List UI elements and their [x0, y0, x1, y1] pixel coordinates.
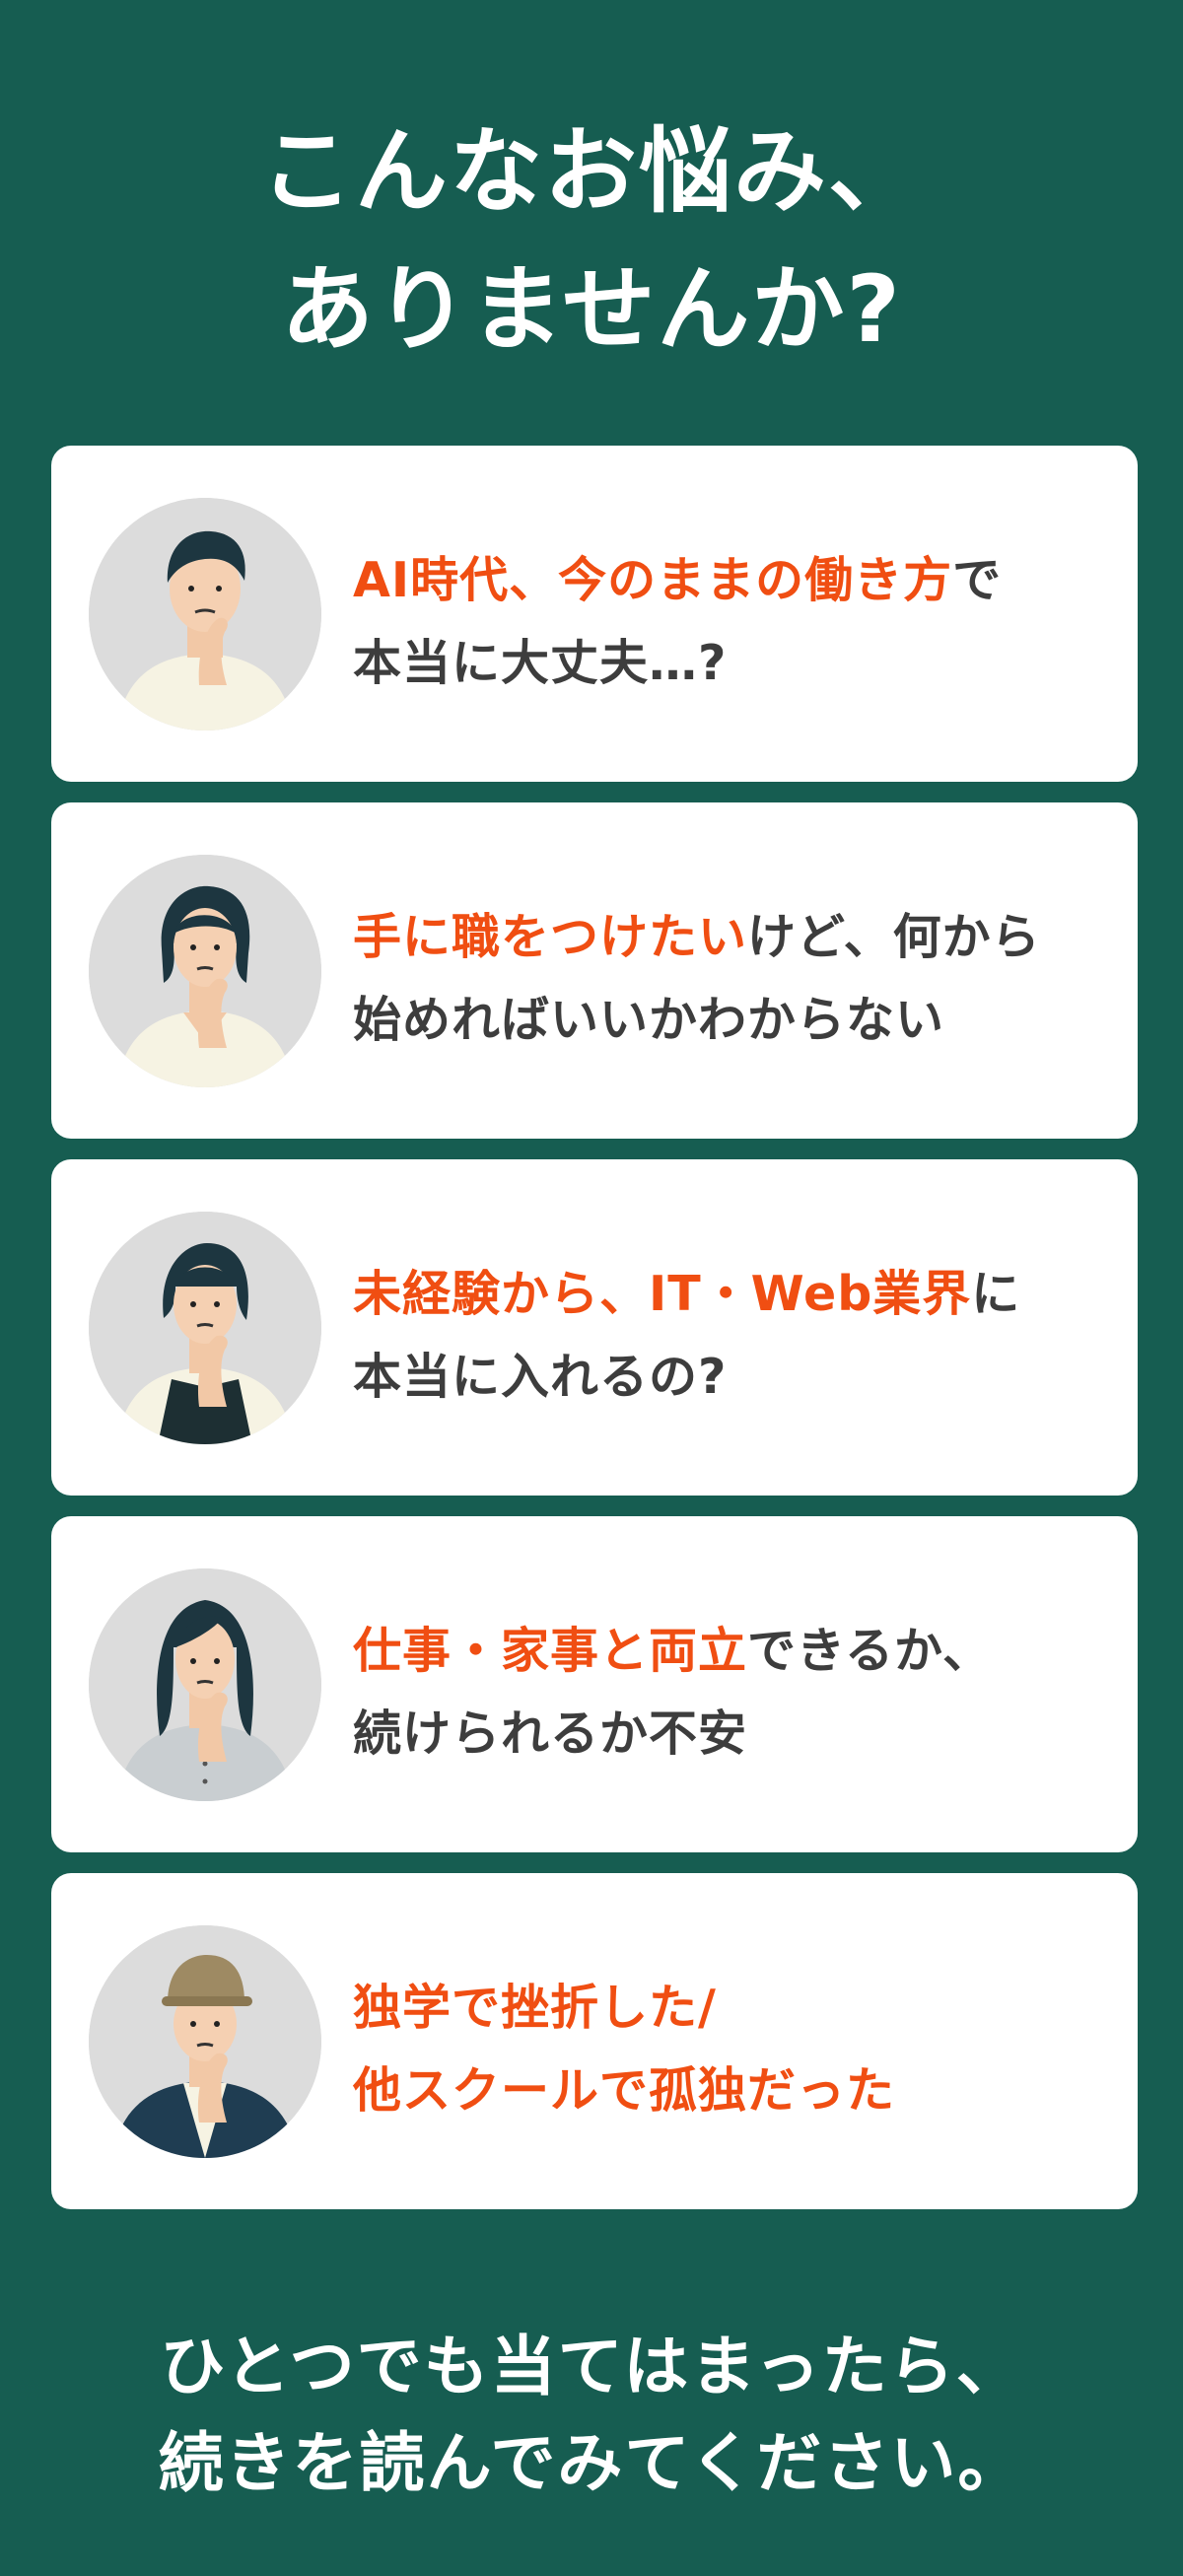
concern-line-2: 続けられるか不安 — [353, 1693, 1122, 1775]
footer-line-1: ひとつでも当てはまったら、 — [160, 2329, 1023, 2404]
woman-long-hair-thinking-icon — [89, 1568, 321, 1801]
call-to-action-text: ひとつでも当てはまったら、 続きを読んでみてください。 — [0, 2319, 1183, 2512]
concern-highlight: 独学で挫折した/ — [353, 1980, 717, 2036]
woman-bob-hair-thinking-icon — [89, 1212, 321, 1444]
concern-card: AI時代、今のままの働き方で 本当に大丈夫…? — [51, 446, 1138, 782]
concern-rest: 続けられるか不安 — [353, 1706, 748, 1762]
concern-rest: 始めればいいかわからない — [353, 992, 945, 1048]
woman-short-hair-thinking-icon — [89, 855, 321, 1087]
concern-text: 手に職をつけたいけど、何から 始めればいいかわからない — [353, 896, 1122, 1062]
concern-rest: 本当に大丈夫…? — [353, 635, 728, 691]
concern-card: 手に職をつけたいけど、何から 始めればいいかわからない — [51, 802, 1138, 1139]
concern-line-2: 始めればいいかわからない — [353, 979, 1122, 1062]
concern-highlight: 手に職をつけたい — [353, 909, 748, 965]
concern-highlight: 他スクールで孤独だった — [353, 2062, 896, 2119]
concern-line-2: 本当に大丈夫…? — [353, 622, 1122, 705]
concern-text: AI時代、今のままの働き方で 本当に大丈夫…? — [353, 539, 1122, 705]
concern-line-1: 未経験から、IT・Web業界に — [353, 1253, 1122, 1336]
concern-highlight: 未経験から、IT・Web業界 — [353, 1266, 972, 1322]
concern-card: 独学で挫折した/ 他スクールで孤独だった — [51, 1873, 1138, 2209]
concern-highlight: AI時代、今のままの働き方 — [353, 552, 953, 608]
concern-highlight: 仕事・家事と両立 — [353, 1623, 748, 1679]
concern-rest: で — [952, 552, 1003, 608]
concern-line-1: 仕事・家事と両立できるか、 — [353, 1610, 1122, 1693]
concern-rest: 本当に入れるの? — [353, 1349, 728, 1405]
page-title: こんなお悩み、 ありませんか? — [0, 104, 1183, 380]
concern-line-1: AI時代、今のままの働き方で — [353, 539, 1122, 622]
man-cap-thinking-icon — [89, 1925, 321, 2158]
concern-line-1: 独学で挫折した/ — [353, 1967, 1122, 2050]
title-line-2: ありませんか? — [281, 256, 902, 364]
concern-text: 未経験から、IT・Web業界に 本当に入れるの? — [353, 1253, 1122, 1419]
concern-rest: できるか、 — [747, 1623, 993, 1679]
concern-line-2: 本当に入れるの? — [353, 1336, 1122, 1419]
concern-card: 未経験から、IT・Web業界に 本当に入れるの? — [51, 1159, 1138, 1496]
concern-rest: けど、何から — [747, 909, 1041, 965]
man-thinking-icon — [89, 498, 321, 731]
concern-text: 仕事・家事と両立できるか、 続けられるか不安 — [353, 1610, 1122, 1775]
concern-line-1: 手に職をつけたいけど、何から — [353, 896, 1122, 979]
concern-line-2: 他スクールで孤独だった — [353, 2050, 1122, 2132]
concern-text: 独学で挫折した/ 他スクールで孤独だった — [353, 1967, 1122, 2132]
title-line-1: こんなお悩み、 — [259, 118, 923, 226]
footer-line-2: 続きを読んでみてください。 — [158, 2425, 1025, 2501]
concern-card: 仕事・家事と両立できるか、 続けられるか不安 — [51, 1516, 1138, 1852]
concern-rest: に — [971, 1266, 1021, 1322]
